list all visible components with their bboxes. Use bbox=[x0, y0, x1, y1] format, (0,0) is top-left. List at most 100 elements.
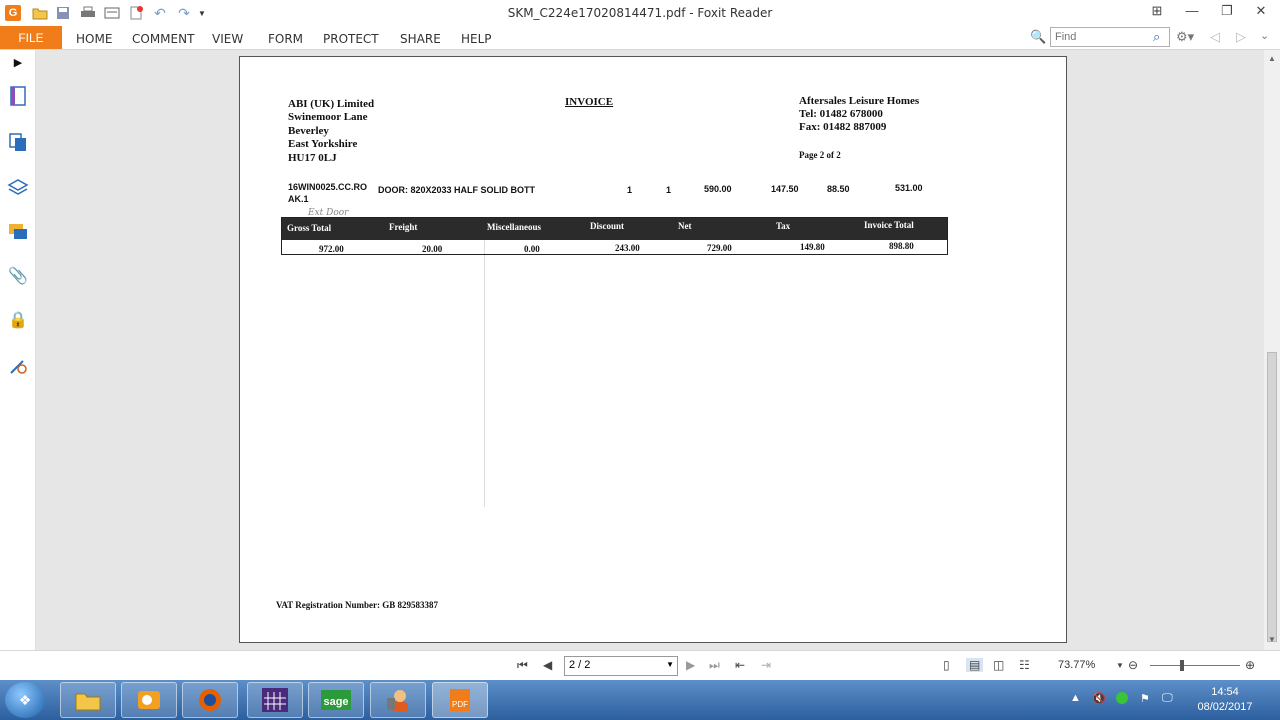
header-invoice-total: Invoice Total bbox=[864, 220, 914, 230]
find-options-icon[interactable]: 🔍 bbox=[1030, 29, 1046, 45]
find-previous-icon[interactable]: ◁ bbox=[1210, 29, 1220, 45]
continuous-view-icon[interactable]: ▤ bbox=[966, 658, 984, 672]
svg-text:sage: sage bbox=[323, 696, 348, 708]
page-number-field[interactable]: 2 / 2 ▼ bbox=[564, 656, 678, 676]
menu-view[interactable]: VIEW bbox=[212, 26, 243, 49]
first-page-icon[interactable]: ⏮ bbox=[517, 658, 528, 673]
window-title: SKM_C224e17020814471.pdf - Foxit Reader bbox=[507, 6, 773, 20]
ribbon-toggle-icon[interactable]: ⊞ bbox=[1142, 3, 1172, 21]
network-icon[interactable]: 🖵 bbox=[1162, 692, 1173, 705]
page-number-value: 2 / 2 bbox=[569, 659, 591, 671]
vat-registration: VAT Registration Number: GB 829583387 bbox=[276, 600, 438, 610]
header-gross-total: Gross Total bbox=[287, 223, 332, 233]
next-page-icon[interactable]: ▶ bbox=[686, 658, 695, 672]
previous-page-icon[interactable]: ◀ bbox=[543, 658, 552, 672]
header-miscellaneous: Miscellaneous bbox=[487, 222, 541, 232]
security-lock-icon[interactable]: 🔒 bbox=[6, 308, 30, 332]
value-invoice-total: 898.80 bbox=[889, 241, 914, 251]
invoice-title: INVOICE bbox=[565, 96, 614, 108]
scroll-thumb[interactable] bbox=[1267, 352, 1277, 642]
sage-icon[interactable]: sage bbox=[308, 682, 364, 718]
value-freight: 20.00 bbox=[422, 244, 443, 254]
menu-form[interactable]: FORM bbox=[268, 26, 303, 49]
menu-protect[interactable]: PROTECT bbox=[323, 26, 379, 49]
header-tax: Tax bbox=[776, 221, 791, 231]
comments-icon[interactable] bbox=[6, 220, 30, 244]
vertical-scrollbar[interactable]: ▲ ▼ bbox=[1264, 50, 1280, 650]
settings-gear-icon[interactable]: ⚙▾ bbox=[1176, 29, 1194, 45]
value-tax: 149.80 bbox=[800, 242, 825, 252]
item-qty-supplied: 1 bbox=[666, 185, 672, 195]
firefox-icon[interactable] bbox=[182, 682, 238, 718]
item-qty-ordered: 1 bbox=[627, 185, 633, 195]
pdf-page: ABI (UK) Limited Swinemoor Lane Beverley… bbox=[239, 56, 1067, 643]
value-discount: 243.00 bbox=[615, 243, 640, 253]
facing-view-icon[interactable]: ◫ bbox=[993, 658, 1004, 672]
zoom-slider-thumb[interactable] bbox=[1180, 660, 1184, 671]
zoom-level[interactable]: 73.77% bbox=[1058, 659, 1095, 671]
status-green-icon[interactable] bbox=[1115, 691, 1129, 708]
expand-chevron-icon[interactable]: ⌄ bbox=[1260, 29, 1269, 42]
menu-share[interactable]: SHARE bbox=[400, 26, 441, 49]
zoom-out-icon[interactable]: ⊖ bbox=[1128, 658, 1138, 672]
taskbar-clock[interactable]: 14:54 08/02/2017 bbox=[1190, 685, 1260, 715]
show-hidden-icons-icon[interactable]: ▲ bbox=[1070, 692, 1081, 704]
totals-header-row: Gross Total Freight Miscellaneous Discou… bbox=[282, 218, 947, 240]
value-gross-total: 972.00 bbox=[319, 244, 344, 254]
find-next-icon[interactable]: ▷ bbox=[1236, 29, 1246, 45]
foxit-pdf-icon[interactable]: PDF bbox=[432, 682, 488, 718]
single-page-view-icon[interactable]: ▯ bbox=[943, 658, 950, 672]
status-bar: ⏮ ◀ 2 / 2 ▼ ▶ ⏭ ⇤ ⇥ ▯ ▤ ◫ ☷ 73.77% ▼ ⊖ ⊕ bbox=[0, 650, 1280, 680]
buyer-name: Aftersales Leisure Homes bbox=[799, 95, 920, 107]
page-thumbnail-icon[interactable] bbox=[6, 84, 30, 108]
volume-muted-icon[interactable]: 🔇 bbox=[1092, 692, 1106, 705]
minimize-button[interactable]: — bbox=[1177, 3, 1207, 21]
header-net: Net bbox=[678, 221, 692, 231]
scroll-up-arrow-icon[interactable]: ▲ bbox=[1264, 54, 1280, 63]
menu-comment[interactable]: COMMENT bbox=[132, 26, 194, 49]
menu-file[interactable]: FILE bbox=[0, 26, 62, 49]
expand-panel-icon[interactable]: ▶ bbox=[6, 50, 30, 74]
seller-address-2: Beverley bbox=[288, 125, 329, 137]
zoom-slider-track[interactable] bbox=[1150, 665, 1240, 666]
clock-date: 08/02/2017 bbox=[1197, 701, 1253, 713]
header-discount: Discount bbox=[590, 221, 625, 231]
title-bar: G ↶ ↷ ▼ SKM_C224e17020814471.pdf - Foxit… bbox=[0, 0, 1280, 26]
signature-icon[interactable] bbox=[6, 354, 30, 378]
value-net: 729.00 bbox=[707, 243, 732, 253]
scroll-down-arrow-icon[interactable]: ▼ bbox=[1264, 635, 1280, 644]
item-code-line1: 16WIN0025.CC.RO bbox=[288, 182, 368, 192]
layers-icon[interactable] bbox=[6, 175, 30, 199]
item-tax: 88.50 bbox=[827, 184, 850, 194]
navigation-panel: ▶ 📎 🔒 bbox=[0, 50, 36, 650]
item-discount: 147.50 bbox=[771, 184, 799, 194]
user-icon[interactable] bbox=[370, 682, 426, 718]
zoom-in-icon[interactable]: ⊕ bbox=[1245, 658, 1255, 672]
find-input[interactable] bbox=[1050, 27, 1170, 47]
seller-address-1: Swinemoor Lane bbox=[288, 111, 368, 123]
calculator-grid-icon[interactable] bbox=[247, 682, 303, 718]
next-view-icon[interactable]: ⇥ bbox=[761, 658, 771, 672]
attachment-paperclip-icon[interactable]: 📎 bbox=[6, 264, 30, 288]
pages-icon[interactable] bbox=[6, 130, 30, 154]
folder-icon[interactable] bbox=[60, 682, 116, 718]
menu-help[interactable]: HELP bbox=[461, 26, 492, 49]
search-icon[interactable]: ⌕ bbox=[1153, 29, 1160, 45]
svg-text:PDF: PDF bbox=[452, 700, 468, 709]
seller-address-3: East Yorkshire bbox=[288, 138, 358, 150]
outlook-icon[interactable] bbox=[121, 682, 177, 718]
zoom-dropdown-icon[interactable]: ▼ bbox=[1116, 661, 1124, 670]
restore-button[interactable]: ❐ bbox=[1212, 3, 1242, 21]
close-button[interactable]: ✕ bbox=[1246, 3, 1276, 21]
last-page-icon[interactable]: ⏭ bbox=[709, 658, 720, 673]
windows-start-icon[interactable]: ❖ bbox=[5, 682, 45, 718]
buyer-tel: Tel: 01482 678000 bbox=[799, 108, 883, 120]
header-freight: Freight bbox=[389, 222, 418, 232]
continuous-facing-view-icon[interactable]: ☷ bbox=[1019, 658, 1030, 672]
previous-view-icon[interactable]: ⇤ bbox=[735, 658, 745, 672]
menu-home[interactable]: HOME bbox=[76, 26, 112, 49]
action-center-flag-icon[interactable]: ⚑ bbox=[1140, 692, 1150, 705]
menu-bar: FILE HOME COMMENT VIEW FORM PROTECT SHAR… bbox=[0, 26, 1280, 50]
document-viewport[interactable]: ABI (UK) Limited Swinemoor Lane Beverley… bbox=[36, 50, 1264, 650]
page-dropdown-icon[interactable]: ▼ bbox=[666, 660, 674, 669]
